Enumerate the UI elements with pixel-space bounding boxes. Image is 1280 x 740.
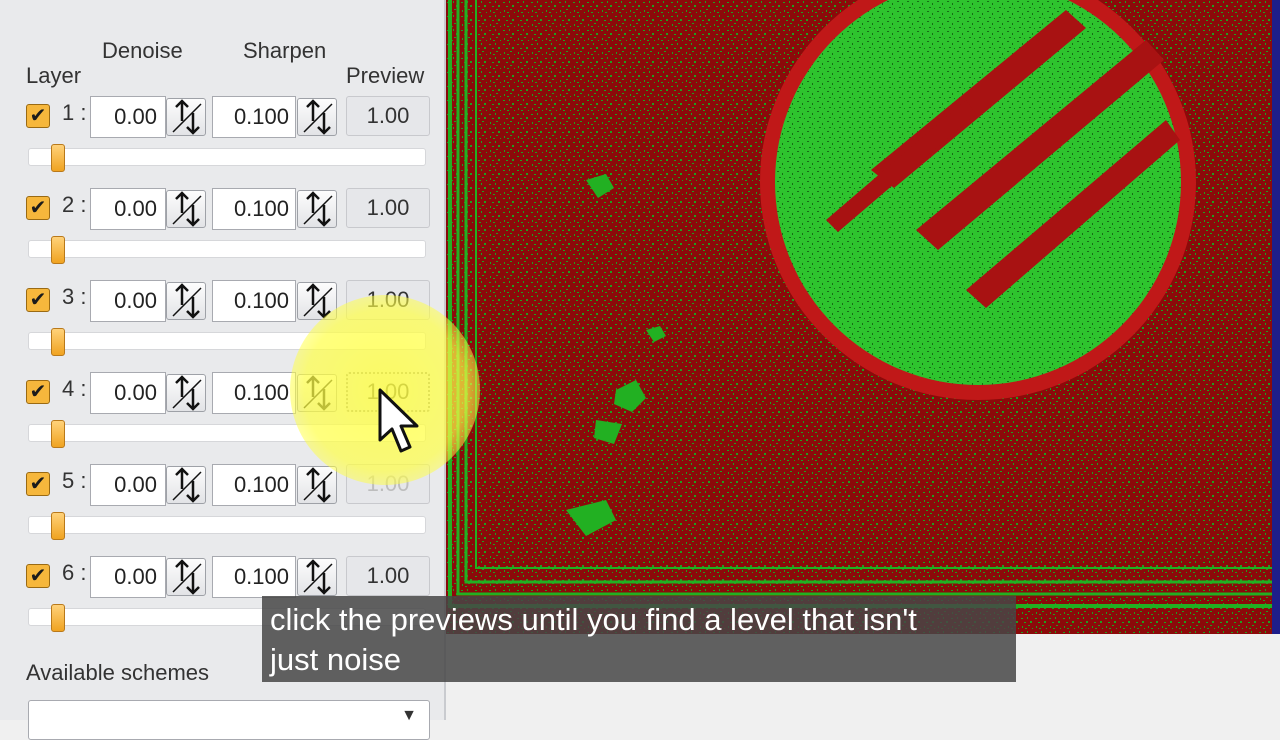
layer-2-denoise-spinner[interactable]: [166, 190, 206, 228]
layer-row-4: ✔ 4 : 0.00 0.100 1.00: [0, 370, 446, 462]
layer-5-slider-track[interactable]: [28, 516, 426, 534]
layer-6-label: 6 :: [62, 560, 87, 585]
layer-4-sharpen-spinner[interactable]: [297, 374, 337, 412]
layer-3-sharpen-input[interactable]: 0.100: [212, 280, 296, 322]
layer-3-denoise-input[interactable]: 0.00: [90, 280, 166, 322]
layer-5-slider-thumb[interactable]: [51, 512, 65, 540]
layer-5-label: 5 :: [62, 468, 87, 493]
schemes-dropdown[interactable]: ▼: [28, 700, 430, 740]
layer-1-sharpen-input[interactable]: 0.100: [212, 96, 296, 138]
layer-row-2: ✔ 2 : 0.00 0.100 1.00: [0, 186, 446, 278]
up-down-arrows-icon: [172, 467, 202, 503]
up-down-arrows-icon: [303, 283, 333, 319]
layer-1-preview-button[interactable]: 1.00: [346, 96, 430, 136]
layer-1-sharpen-spinner[interactable]: [297, 98, 337, 136]
check-icon: ✔: [29, 565, 47, 587]
layer-3-slider-track[interactable]: [28, 332, 426, 350]
caption-line-2: just noise: [270, 642, 401, 677]
layer-1-checkbox[interactable]: ✔: [26, 104, 50, 128]
layer-3-preview-button[interactable]: 1.00: [346, 280, 430, 320]
layer-6-preview-button[interactable]: 1.00: [346, 556, 430, 596]
up-down-arrows-icon: [303, 191, 333, 227]
preview-header: Preview: [346, 63, 425, 88]
up-down-arrows-icon: [172, 375, 202, 411]
up-down-arrows-icon: [303, 467, 333, 503]
caption-line-1: click the previews until you find a leve…: [270, 602, 917, 637]
layer-header: Layer: [26, 63, 82, 88]
layer-4-slider-thumb[interactable]: [51, 420, 65, 448]
layer-1-denoise-spinner[interactable]: [166, 98, 206, 136]
available-schemes-label: Available schemes: [26, 660, 210, 685]
layer-5-preview-button[interactable]: 1.00: [346, 464, 430, 504]
video-caption: click the previews until you find a leve…: [262, 596, 1016, 682]
layer-3-denoise-spinner[interactable]: [166, 282, 206, 320]
layer-6-denoise-spinner[interactable]: [166, 558, 206, 596]
check-icon: ✔: [29, 197, 47, 219]
layer-5-sharpen-input[interactable]: 0.100: [212, 464, 296, 506]
layer-4-slider-track[interactable]: [28, 424, 426, 442]
layer-3-checkbox[interactable]: ✔: [26, 288, 50, 312]
layer-1-label: 1 :: [62, 100, 87, 125]
denoise-header: Denoise: [102, 38, 183, 63]
layer-2-sharpen-input[interactable]: 0.100: [212, 188, 296, 230]
layer-6-sharpen-spinner[interactable]: [297, 558, 337, 596]
up-down-arrows-icon: [303, 559, 333, 595]
check-icon: ✔: [29, 473, 47, 495]
layer-6-sharpen-input[interactable]: 0.100: [212, 556, 296, 598]
check-icon: ✔: [29, 381, 47, 403]
layer-3-label: 3 :: [62, 284, 87, 309]
layer-1-slider-thumb[interactable]: [51, 144, 65, 172]
layer-4-preview-button[interactable]: 1.00: [346, 372, 430, 412]
layer-6-checkbox[interactable]: ✔: [26, 564, 50, 588]
up-down-arrows-icon: [172, 283, 202, 319]
up-down-arrows-icon: [172, 99, 202, 135]
layer-2-checkbox[interactable]: ✔: [26, 196, 50, 220]
layer-2-label: 2 :: [62, 192, 87, 217]
layer-5-denoise-input[interactable]: 0.00: [90, 464, 166, 506]
layer-3-slider-thumb[interactable]: [51, 328, 65, 356]
sharpen-header: Sharpen: [243, 38, 327, 63]
layer-4-sharpen-input[interactable]: 0.100: [212, 372, 296, 414]
layer-3-sharpen-spinner[interactable]: [297, 282, 337, 320]
layer-4-label: 4 :: [62, 376, 87, 401]
up-down-arrows-icon: [303, 375, 333, 411]
layer-2-denoise-input[interactable]: 0.00: [90, 188, 166, 230]
check-icon: ✔: [29, 105, 47, 127]
layer-1-slider-track[interactable]: [28, 148, 426, 166]
layer-row-3: ✔ 3 : 0.00 0.100 1.00: [0, 278, 446, 370]
layer-5-sharpen-spinner[interactable]: [297, 466, 337, 504]
layer-row-5: ✔ 5 : 0.00 0.100 1.00: [0, 462, 446, 554]
layer-2-slider-thumb[interactable]: [51, 236, 65, 264]
up-down-arrows-icon: [172, 191, 202, 227]
layer-1-denoise-input[interactable]: 0.00: [90, 96, 166, 138]
check-icon: ✔: [29, 289, 47, 311]
layer-4-denoise-spinner[interactable]: [166, 374, 206, 412]
layer-6-denoise-input[interactable]: 0.00: [90, 556, 166, 598]
layer-row-1: ✔ 1 : 0.00 0.100 1.00: [0, 94, 446, 186]
layer-6-slider-thumb[interactable]: [51, 604, 65, 632]
layer-5-denoise-spinner[interactable]: [166, 466, 206, 504]
up-down-arrows-icon: [172, 559, 202, 595]
up-down-arrows-icon: [303, 99, 333, 135]
chevron-down-icon: ▼: [401, 707, 417, 724]
layer-4-checkbox[interactable]: ✔: [26, 380, 50, 404]
layer-2-sharpen-spinner[interactable]: [297, 190, 337, 228]
layer-2-slider-track[interactable]: [28, 240, 426, 258]
layer-2-preview-button[interactable]: 1.00: [346, 188, 430, 228]
layer-5-checkbox[interactable]: ✔: [26, 472, 50, 496]
layer-4-denoise-input[interactable]: 0.00: [90, 372, 166, 414]
